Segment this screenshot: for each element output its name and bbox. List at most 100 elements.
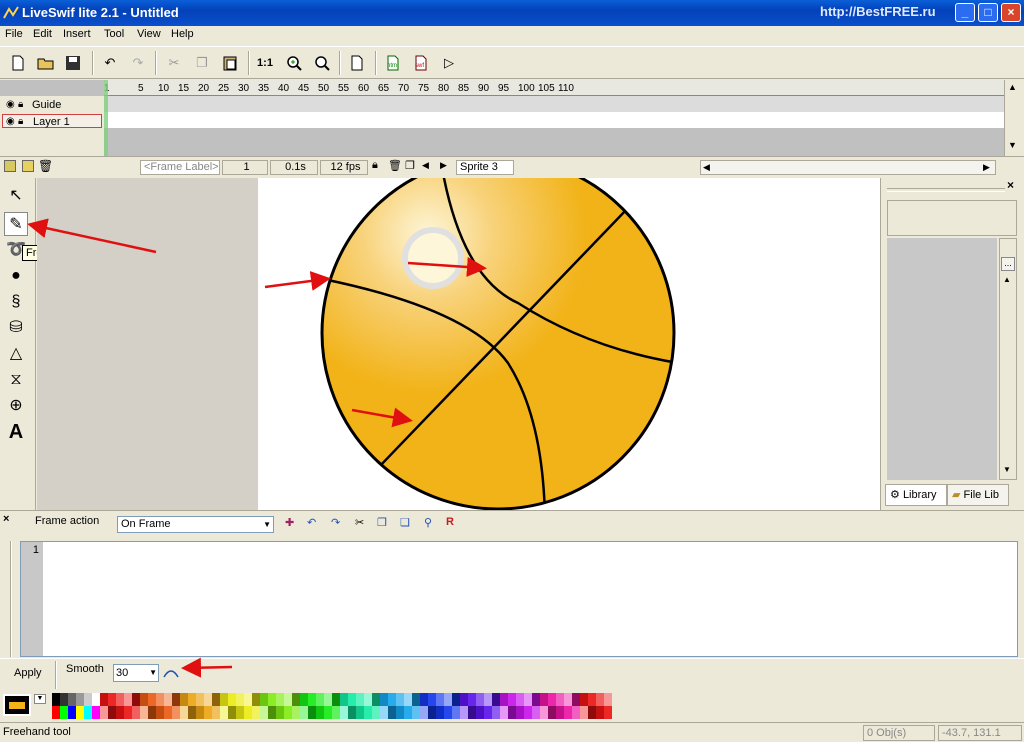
close-panel-icon[interactable]: × bbox=[1007, 178, 1014, 192]
color-swatch[interactable] bbox=[196, 693, 204, 706]
zoom-1-1-button[interactable]: 1:1 bbox=[255, 53, 275, 73]
transform-tool[interactable]: △ bbox=[4, 342, 28, 366]
color-swatch[interactable] bbox=[532, 693, 540, 706]
library-more-button[interactable]: ... bbox=[1001, 257, 1015, 271]
play-icon[interactable]: ▷ bbox=[439, 53, 459, 73]
chevron-down-icon[interactable]: ▼ bbox=[263, 517, 271, 532]
color-swatch[interactable] bbox=[148, 706, 156, 719]
export-html-icon[interactable]: htm bbox=[383, 53, 403, 73]
color-swatch[interactable] bbox=[524, 693, 532, 706]
color-swatch[interactable] bbox=[276, 706, 284, 719]
color-swatch[interactable] bbox=[380, 693, 388, 706]
color-swatch[interactable] bbox=[156, 706, 164, 719]
add-folder-icon[interactable] bbox=[22, 160, 34, 172]
color-swatch[interactable] bbox=[420, 706, 428, 719]
color-swatch[interactable] bbox=[68, 693, 76, 706]
color-swatch[interactable] bbox=[316, 706, 324, 719]
paste-action-icon[interactable]: ❏ bbox=[400, 516, 410, 529]
color-swatch[interactable] bbox=[60, 706, 68, 719]
color-swatch[interactable] bbox=[324, 693, 332, 706]
color-swatch[interactable] bbox=[500, 706, 508, 719]
frame-label-field[interactable]: <Frame Label> bbox=[140, 160, 220, 175]
color-swatch[interactable] bbox=[444, 706, 452, 719]
color-swatch[interactable] bbox=[364, 706, 372, 719]
color-swatch[interactable] bbox=[148, 693, 156, 706]
color-swatch[interactable] bbox=[140, 693, 148, 706]
next-sprite-icon[interactable]: ▶ bbox=[440, 160, 447, 171]
color-swatch[interactable] bbox=[52, 706, 60, 719]
color-swatch[interactable] bbox=[460, 693, 468, 706]
color-swatch[interactable] bbox=[420, 693, 428, 706]
color-swatch[interactable] bbox=[108, 693, 116, 706]
color-swatch[interactable] bbox=[292, 706, 300, 719]
scroll-left-icon[interactable]: ◀ bbox=[703, 162, 710, 173]
color-swatch[interactable] bbox=[588, 693, 596, 706]
color-swatch[interactable] bbox=[548, 706, 556, 719]
color-swatch[interactable] bbox=[220, 693, 228, 706]
color-swatch[interactable] bbox=[468, 706, 476, 719]
color-swatch[interactable] bbox=[500, 693, 508, 706]
color-swatch[interactable] bbox=[124, 706, 132, 719]
zoom-in-icon[interactable] bbox=[284, 53, 304, 73]
minimize-button[interactable]: _ bbox=[955, 3, 975, 22]
color-swatch[interactable] bbox=[180, 693, 188, 706]
color-swatch[interactable] bbox=[244, 706, 252, 719]
color-swatch[interactable] bbox=[132, 706, 140, 719]
color-swatch[interactable] bbox=[284, 706, 292, 719]
current-color-swatch[interactable] bbox=[3, 694, 31, 716]
redo-icon[interactable]: ↷ bbox=[128, 53, 148, 73]
color-swatch[interactable] bbox=[508, 693, 516, 706]
apply-button[interactable]: Apply bbox=[14, 667, 42, 679]
undo-icon[interactable]: ↶ bbox=[100, 53, 120, 73]
smooth-curve-icon[interactable] bbox=[163, 667, 179, 679]
color-swatch[interactable] bbox=[508, 706, 516, 719]
menu-edit[interactable]: Edit bbox=[33, 28, 52, 40]
close-action-icon[interactable]: × bbox=[3, 513, 9, 525]
color-swatch[interactable] bbox=[76, 693, 84, 706]
color-swatch[interactable] bbox=[316, 693, 324, 706]
color-swatch[interactable] bbox=[260, 706, 268, 719]
color-swatch[interactable] bbox=[556, 693, 564, 706]
event-select[interactable]: On Frame ▼ bbox=[117, 516, 274, 533]
color-swatch[interactable] bbox=[380, 706, 388, 719]
layer-guide[interactable]: ◉ 🔒︎ Guide bbox=[2, 98, 102, 112]
color-swatch[interactable] bbox=[124, 693, 132, 706]
color-swatch[interactable] bbox=[532, 706, 540, 719]
color-swatch[interactable] bbox=[300, 706, 308, 719]
basketball-drawing[interactable] bbox=[258, 178, 880, 510]
color-swatch[interactable] bbox=[204, 706, 212, 719]
color-swatch[interactable] bbox=[428, 693, 436, 706]
color-swatch[interactable] bbox=[596, 706, 604, 719]
color-swatch[interactable] bbox=[92, 706, 100, 719]
swatch-grid[interactable] bbox=[52, 693, 612, 719]
color-swatch[interactable] bbox=[116, 706, 124, 719]
color-swatch[interactable] bbox=[396, 693, 404, 706]
color-swatch[interactable] bbox=[388, 706, 396, 719]
scroll-down-icon[interactable]: ▼ bbox=[1003, 465, 1011, 474]
color-swatch[interactable] bbox=[588, 706, 596, 719]
color-swatch[interactable] bbox=[372, 693, 380, 706]
color-swatch[interactable] bbox=[564, 706, 572, 719]
paste-icon[interactable] bbox=[220, 53, 240, 73]
color-swatch[interactable] bbox=[404, 706, 412, 719]
color-swatch[interactable] bbox=[276, 693, 284, 706]
color-swatch[interactable] bbox=[524, 706, 532, 719]
color-swatch[interactable] bbox=[300, 693, 308, 706]
color-swatch[interactable] bbox=[476, 693, 484, 706]
export-swf-icon[interactable]: swf bbox=[411, 53, 431, 73]
color-swatch[interactable] bbox=[236, 693, 244, 706]
chevron-down-icon[interactable]: ▼ bbox=[34, 694, 46, 704]
color-swatch[interactable] bbox=[412, 706, 420, 719]
color-swatch[interactable] bbox=[548, 693, 556, 706]
color-swatch[interactable] bbox=[332, 706, 340, 719]
color-swatch[interactable] bbox=[372, 706, 380, 719]
color-swatch[interactable] bbox=[100, 693, 108, 706]
color-swatch[interactable] bbox=[132, 693, 140, 706]
chevron-down-icon[interactable]: ▼ bbox=[149, 665, 157, 681]
color-swatch[interactable] bbox=[84, 706, 92, 719]
add-action-icon[interactable]: ✚ bbox=[285, 516, 294, 529]
frame-grid[interactable] bbox=[104, 96, 1004, 128]
color-swatch[interactable] bbox=[580, 693, 588, 706]
color-swatch[interactable] bbox=[172, 706, 180, 719]
color-swatch[interactable] bbox=[156, 693, 164, 706]
